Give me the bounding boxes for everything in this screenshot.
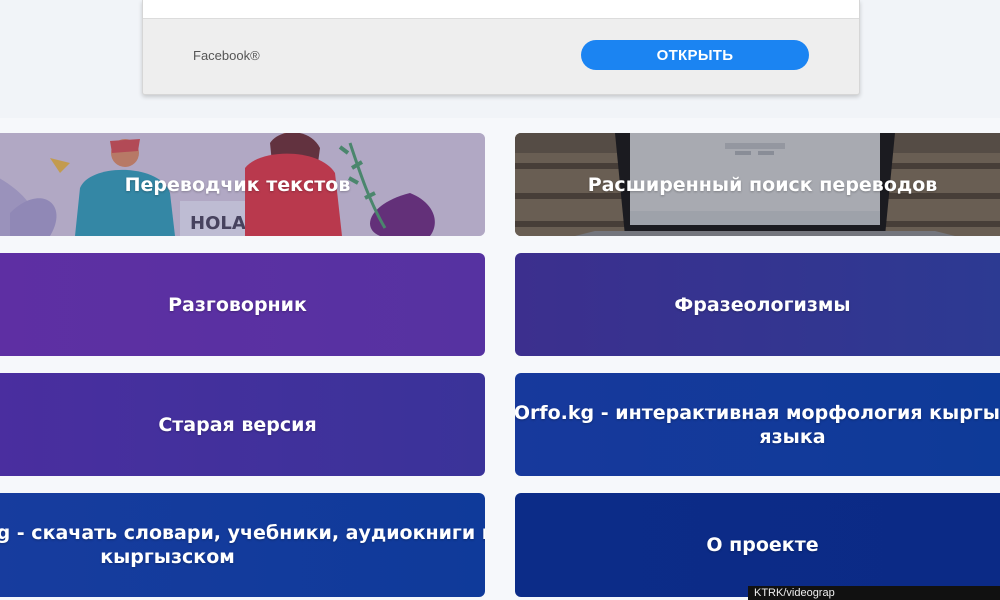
tile-label: Разговорник [168,293,307,316]
tile-label: Фразеологизмы [674,293,851,316]
tile-orfo[interactable]: Orfo.kg - интерактивная морфология кыргы… [515,373,1000,476]
tile-text-translator[interactable]: HOLA Переводчик текстов [0,133,485,236]
tile-advanced-search[interactable]: Расширенный поиск переводов [515,133,1000,236]
tile-kitepkana[interactable]: Kitepkana.din.kg - скачать словари, учеб… [0,493,485,597]
tile-phrasebook[interactable]: Разговорник [0,253,485,356]
tile-label-line2: языка [759,425,826,448]
watermark: KTRK/videograp [748,586,1000,600]
tile-old-version[interactable]: Старая версия [0,373,485,476]
tile-label-line1: Kitepkana.din.kg - скачать словари, учеб… [0,522,485,544]
tile-label: Kitepkana.din.kg - скачать словари, учеб… [0,521,485,569]
tile-label-line1: Orfo.kg - интерактивная морфология кыргы… [515,401,1000,424]
tile-label: Расширенный поиск переводов [587,173,938,196]
open-button[interactable]: ОТКРЫТЬ [581,40,809,70]
ad-brand-label: Facebook® [193,48,260,63]
tile-label: Переводчик текстов [124,173,351,196]
tile-label: Старая версия [158,413,317,436]
tile-label: О проекте [706,534,819,556]
tile-label: Orfo.kg - интерактивная морфология кыргы… [515,401,1000,449]
facebook-ad-card: Facebook® ОТКРЫТЬ [142,0,860,95]
ad-top-strip [143,0,859,19]
tile-label-line2: кыргызском [100,546,235,568]
tile-about[interactable]: О проекте [515,493,1000,597]
tile-idioms[interactable]: Фразеологизмы [515,253,1000,356]
